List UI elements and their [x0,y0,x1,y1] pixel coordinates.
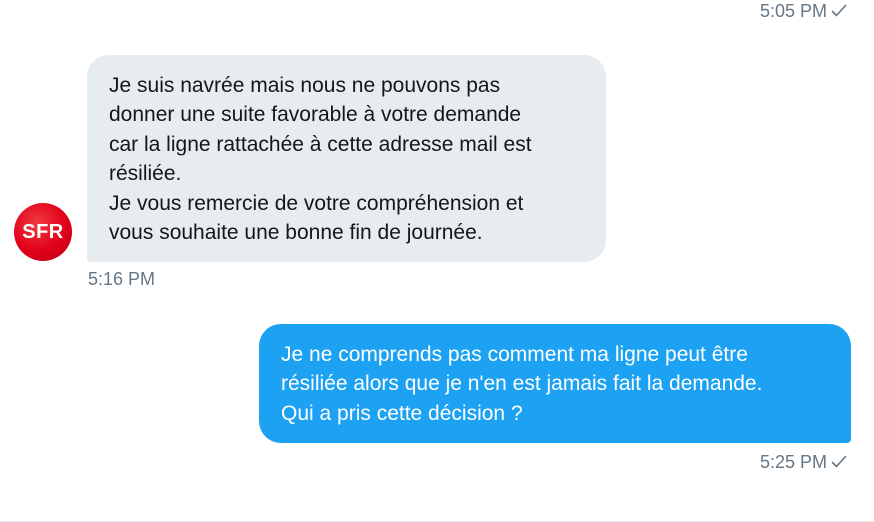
message-line: résiliée alors que je n'en est jamais fa… [281,372,763,396]
checkmark-icon [831,453,847,475]
message-line: Je suis navrée mais nous ne pouvons pas [109,74,501,97]
message-line: Qui a pris cette décision ? [281,401,523,425]
message-timestamp: 5:05 PM [760,0,847,24]
message-timestamp: 5:25 PM [760,451,847,475]
message-line: résiliée. [109,162,182,186]
avatar-text: SFR [22,220,64,243]
message-line: car la ligne rattachée à cette adresse m… [109,132,532,156]
timestamp-text: 5:16 PM [88,269,156,289]
message-line: Je ne comprends pas comment ma ligne peu… [281,343,748,366]
avatar[interactable]: SFR [14,203,72,261]
outgoing-message-bubble[interactable]: Je ne comprends pas comment ma ligne peu… [259,324,851,443]
checkmark-icon [831,2,847,24]
message-line: Je vous remercie de votre compréhension … [109,191,524,215]
timestamp-text: 5:25 PM [759,452,827,472]
message-timestamp: 5:16 PM [88,268,155,290]
message-line: vous souhaite une bonne fin de journée. [109,221,483,245]
incoming-message-bubble[interactable]: Je suis navrée mais nous ne pouvons pas … [87,55,606,262]
timestamp-text: 5:05 PM [759,1,827,21]
message-line: donner une suite favorable à votre deman… [109,103,522,127]
